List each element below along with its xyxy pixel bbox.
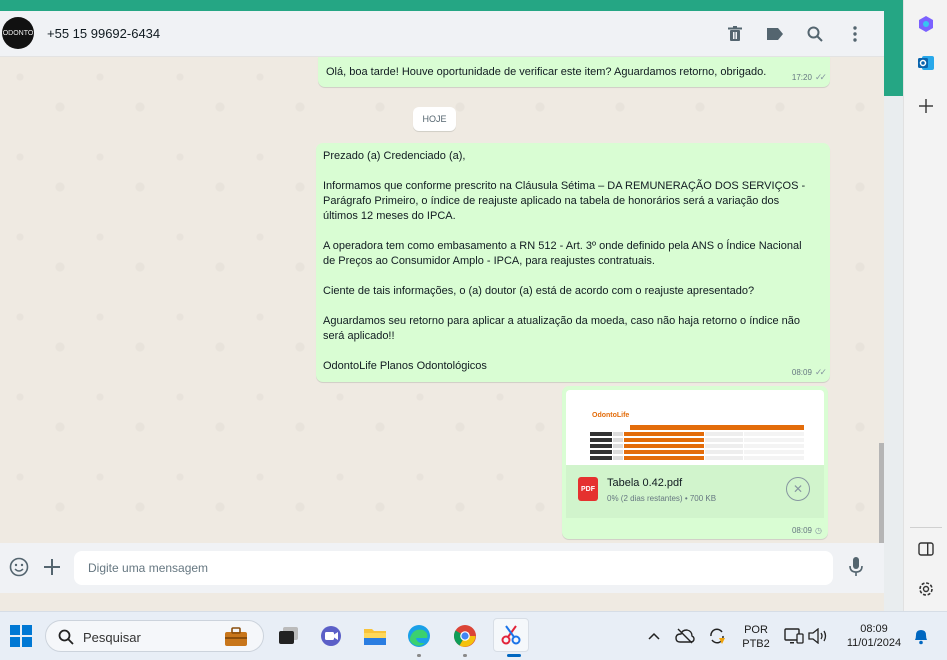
pdf-file-icon: PDF (578, 477, 598, 501)
double-check-icon: ✓✓ (814, 367, 827, 377)
pdf-table-header (630, 425, 804, 430)
message-paragraph: Informamos que conforme prescrito na Clá… (323, 180, 806, 222)
trash-icon[interactable] (725, 24, 745, 44)
windows-taskbar: Pesquisar POR PTB2 08:09 11/01/2024 (0, 611, 947, 660)
keyboard-layout: PTB2 (742, 638, 770, 650)
message-bubble-outgoing[interactable]: Olá, boa tarde! Houve oportunidade de ve… (318, 57, 830, 87)
pdf-table-row (590, 432, 806, 436)
clock-date: 11/01/2024 (846, 637, 902, 649)
message-list[interactable]: Olá, boa tarde! Houve oportunidade de ve… (0, 57, 884, 543)
message-paragraph: A operadora tem como embasamento a RN 51… (323, 240, 802, 267)
clock-time: 08:09 (860, 623, 888, 635)
sidebar-divider (910, 527, 942, 528)
active-indicator (507, 654, 521, 657)
pdf-table-row (590, 456, 806, 460)
sync-warning-icon[interactable] (704, 623, 730, 649)
settings-gear-icon[interactable] (915, 578, 937, 600)
volume-icon[interactable] (805, 623, 831, 649)
display-network-icon[interactable] (781, 623, 807, 649)
message-time: 17:20 (791, 73, 812, 82)
clock-pending-icon: ◷ (815, 526, 822, 535)
teams-meet-icon[interactable] (318, 623, 344, 649)
search-icon[interactable] (805, 24, 825, 44)
double-check-icon: ✓✓ (814, 72, 827, 82)
message-paragraph: Aguardamos seu retorno para aplicar a at… (323, 315, 800, 342)
pdf-file-info: 0% (2 dias restantes) • 700 KB (607, 494, 717, 503)
message-paragraph: Ciente de tais informações, o (a) doutor… (323, 285, 755, 297)
message-text: Prezado (a) Credenciado (a), Informamos … (323, 149, 813, 389)
message-text: Olá, boa tarde! Houve oportunidade de ve… (326, 66, 767, 78)
emoji-icon[interactable] (8, 556, 30, 578)
attach-plus-icon[interactable] (41, 556, 63, 578)
message-time: 08:09 (791, 526, 813, 535)
running-indicator (463, 654, 467, 657)
pdf-file-bar[interactable]: PDF Tabela 0.42.pdf 0% (2 dias restantes… (566, 465, 824, 518)
date-chip: HOJE (413, 107, 456, 131)
snipping-tool-icon[interactable] (493, 618, 529, 652)
document-message[interactable]: OdontoLife PDF Tabela 0.42.pdf 0% (2 dia… (562, 386, 828, 539)
pdf-table-row (590, 438, 806, 442)
briefcase-icon (225, 627, 247, 646)
language-indicator[interactable]: POR PTB2 (741, 623, 771, 651)
outlook-icon[interactable] (915, 52, 937, 74)
message-meta: 17:20 ✓✓ (791, 72, 827, 83)
chrome-icon[interactable] (452, 623, 478, 649)
edge-browser-icon[interactable] (406, 623, 432, 649)
pdf-page-image: OdontoLife (590, 408, 806, 465)
message-input[interactable] (74, 551, 833, 585)
windows-start-icon[interactable] (8, 623, 34, 649)
contact-name[interactable]: +55 15 99692-6434 (47, 26, 160, 41)
pdf-preview-thumbnail[interactable]: OdontoLife (566, 390, 824, 465)
search-icon (58, 629, 74, 645)
copilot-icon[interactable] (915, 13, 937, 35)
pdf-table-row (590, 450, 806, 454)
chevron-up-icon[interactable] (641, 623, 667, 649)
message-paragraph: Prezado (a) Credenciado (a), (323, 150, 466, 162)
scrollbar[interactable] (879, 443, 884, 543)
taskbar-search[interactable]: Pesquisar (45, 620, 264, 652)
cancel-download-button[interactable]: ✕ (786, 477, 810, 501)
message-signature: OdontoLife Planos Odontológicos (323, 360, 487, 372)
add-icon[interactable] (915, 95, 937, 117)
clock[interactable]: 08:09 11/01/2024 (838, 622, 910, 650)
message-bubble-outgoing[interactable]: Prezado (a) Credenciado (a), Informamos … (316, 143, 830, 382)
notification-bell-icon[interactable] (908, 623, 934, 649)
cloud-offline-icon[interactable] (672, 623, 698, 649)
sidebar-panel-icon[interactable] (915, 538, 937, 560)
avatar[interactable]: ODONTO (2, 17, 34, 49)
task-view-icon[interactable] (276, 623, 302, 649)
search-label: Pesquisar (83, 630, 141, 645)
menu-dots-icon[interactable] (845, 24, 865, 44)
whatsapp-window: ODONTO +55 15 99692-6434 Olá, boa tarde!… (0, 11, 884, 611)
running-indicator (417, 654, 421, 657)
pdf-logo: OdontoLife (592, 412, 630, 419)
label-icon[interactable] (765, 24, 785, 44)
pdf-file-name: Tabela 0.42.pdf (607, 477, 683, 489)
close-icon: ✕ (792, 482, 804, 496)
language-code: POR (744, 624, 768, 636)
chat-header: ODONTO +55 15 99692-6434 (0, 11, 884, 57)
message-meta: 08:09 ✓✓ (791, 367, 827, 378)
message-meta: 08:09 ◷ (792, 526, 822, 535)
message-composer (0, 543, 884, 593)
microphone-icon[interactable] (845, 556, 867, 578)
edge-sidebar (903, 0, 947, 611)
pdf-table-row (590, 444, 806, 448)
message-time: 08:09 (791, 368, 812, 377)
file-explorer-icon[interactable] (362, 623, 388, 649)
